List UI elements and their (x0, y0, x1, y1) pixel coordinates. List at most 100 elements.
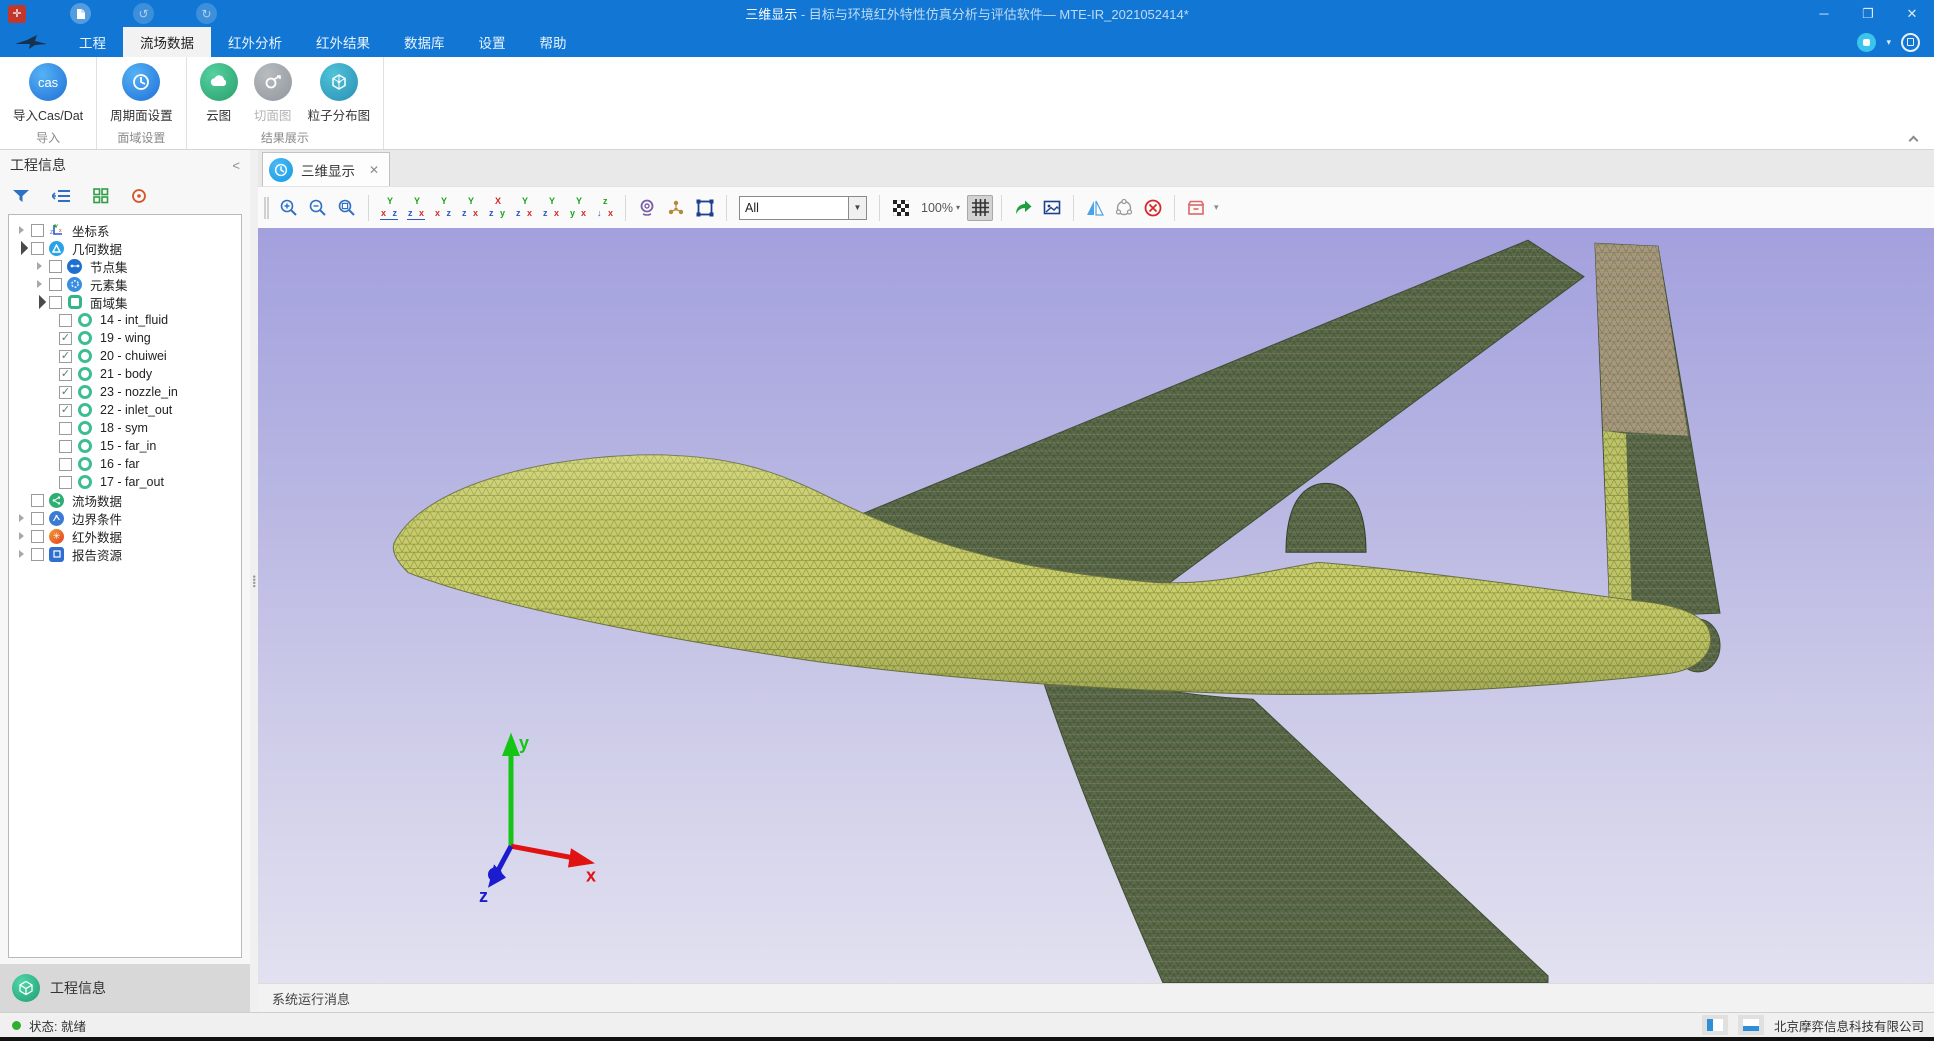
checkbox[interactable] (59, 458, 72, 471)
import-cas-dat-button[interactable]: cas 导入Cas/Dat (6, 61, 90, 126)
mesh-grid-toggle[interactable] (967, 195, 993, 221)
close-button[interactable]: ✕ (1890, 0, 1934, 27)
tree-item-geometry-data[interactable]: 几何数据 (9, 239, 241, 257)
opacity-checker-icon[interactable] (888, 195, 914, 221)
menu-help[interactable]: 帮助 (523, 27, 584, 57)
checkbox[interactable] (59, 368, 72, 381)
menu-ir-analysis[interactable]: 红外分析 (211, 27, 299, 57)
particle-distribution-button[interactable]: 粒子分布图 (301, 61, 378, 126)
checkbox[interactable] (31, 548, 44, 561)
cancel-icon[interactable] (1140, 195, 1166, 221)
ribbon-pin-icon[interactable] (1901, 33, 1920, 52)
molecule-icon[interactable] (663, 195, 689, 221)
select-frame-icon[interactable] (692, 195, 718, 221)
undo-icon[interactable]: ↺ (133, 3, 154, 24)
archive-box-icon[interactable] (1183, 195, 1209, 221)
checkbox[interactable] (59, 422, 72, 435)
layout-bottom-panel-icon[interactable] (1738, 1015, 1764, 1035)
tab-3d-view[interactable]: 三维显示 ✕ (262, 152, 390, 186)
checkbox[interactable] (59, 314, 72, 327)
view-back-icon[interactable]: Yzx (404, 196, 428, 220)
checkbox[interactable] (59, 332, 72, 345)
panel-collapse-icon[interactable]: < (232, 158, 240, 173)
zoom-fit-icon[interactable] (334, 195, 360, 221)
checkbox[interactable] (31, 494, 44, 507)
tree-item-int-fluid[interactable]: 14 - int_fluid (9, 311, 241, 329)
style-caret-icon[interactable]: ▾ (1886, 37, 1891, 48)
tree-item-coordinate-system[interactable]: YZx 坐标系 (9, 221, 241, 239)
view-right-icon[interactable]: Yzx (458, 196, 482, 220)
checkbox[interactable] (31, 242, 44, 255)
tree-item-body[interactable]: 21 - body (9, 365, 241, 383)
checkbox[interactable] (49, 260, 62, 273)
redo-icon[interactable]: ↻ (196, 3, 217, 24)
expander-icon[interactable] (15, 243, 27, 253)
archive-caret-icon[interactable]: ▾ (1214, 202, 1219, 213)
filter-icon[interactable] (12, 189, 30, 206)
3d-viewport[interactable]: y x z (258, 228, 1934, 983)
expander-icon[interactable] (15, 550, 27, 558)
display-filter-select[interactable]: All ▼ (739, 196, 867, 220)
tree-item-wing[interactable]: 19 - wing (9, 329, 241, 347)
tree-item-nozzle-in[interactable]: 23 - nozzle_in (9, 383, 241, 401)
toolbar-grip[interactable] (264, 197, 269, 219)
menu-project[interactable]: 工程 (62, 27, 123, 57)
checkbox[interactable] (49, 296, 62, 309)
tree-item-far-in[interactable]: 15 - far_in (9, 437, 241, 455)
menu-ir-results[interactable]: 红外结果 (299, 27, 387, 57)
restore-button[interactable]: ❐ (1846, 0, 1890, 27)
checkbox[interactable] (31, 530, 44, 543)
contour-cloud-button[interactable]: 云图 (193, 61, 245, 126)
view-iso-icon[interactable]: Yzx (539, 196, 563, 220)
panel-footer-project-info[interactable]: 工程信息 (0, 964, 250, 1012)
tree-item-flow-data[interactable]: 流场数据 (9, 491, 241, 509)
tree-item-report-resources[interactable]: 报告资源 (9, 545, 241, 563)
checkbox[interactable] (59, 386, 72, 399)
tree-item-boundary-conditions[interactable]: 边界条件 (9, 509, 241, 527)
app-icon[interactable]: ✛ (8, 5, 26, 23)
view-left-icon[interactable]: Yxz (431, 196, 455, 220)
tree-item-chuiwei[interactable]: 20 - chuiwei (9, 347, 241, 365)
snapshot-image-icon[interactable] (1039, 195, 1065, 221)
checkbox[interactable] (59, 440, 72, 453)
tree-item-node-set[interactable]: 节点集 (9, 257, 241, 275)
view-bottom-icon[interactable]: Yzx (512, 196, 536, 220)
view-axonometric-icon[interactable]: z↓x (593, 196, 617, 220)
ribbon-collapse-icon[interactable] (1906, 133, 1920, 143)
checkbox[interactable] (49, 278, 62, 291)
chevron-down-icon[interactable]: ▼ (848, 197, 866, 219)
opacity-value-dropdown[interactable]: 100%▾ (917, 201, 964, 215)
period-face-button[interactable]: 周期面设置 (103, 61, 180, 126)
menu-database[interactable]: 数据库 (387, 27, 462, 57)
link-nodes-icon[interactable] (1111, 195, 1137, 221)
style-switcher-icon[interactable] (1857, 33, 1876, 52)
expander-icon[interactable] (15, 532, 27, 540)
panel-splitter[interactable]: •••• (250, 150, 258, 1012)
expander-icon[interactable] (33, 280, 45, 288)
zoom-out-icon[interactable] (305, 195, 331, 221)
checkbox[interactable] (59, 404, 72, 417)
layout-left-panel-icon[interactable] (1702, 1015, 1728, 1035)
export-arrow-icon[interactable] (1010, 195, 1036, 221)
checkbox[interactable] (59, 350, 72, 363)
camera-icon[interactable] (634, 195, 660, 221)
new-file-icon[interactable] (70, 3, 91, 24)
tree-item-far-out[interactable]: 17 - far_out (9, 473, 241, 491)
menu-settings[interactable]: 设置 (462, 27, 523, 57)
expander-icon[interactable] (15, 514, 27, 522)
expander-icon[interactable] (15, 226, 27, 234)
tree-item-element-set[interactable]: 元素集 (9, 275, 241, 293)
view-front-icon[interactable]: Yxz (377, 196, 401, 220)
checkbox[interactable] (31, 512, 44, 525)
collapse-all-icon[interactable] (52, 189, 71, 206)
tree-item-infrared-data[interactable]: ✳ 红外数据 (9, 527, 241, 545)
checkbox[interactable] (31, 224, 44, 237)
tree-item-sym[interactable]: 18 - sym (9, 419, 241, 437)
locate-target-icon[interactable] (131, 188, 147, 207)
zoom-in-icon[interactable] (276, 195, 302, 221)
rotate-view-icon[interactable]: Yyx (566, 196, 590, 220)
checkbox[interactable] (59, 476, 72, 489)
expander-icon[interactable] (33, 297, 45, 307)
menu-flowfield-data[interactable]: 流场数据 (123, 27, 211, 57)
mirror-icon[interactable] (1082, 195, 1108, 221)
